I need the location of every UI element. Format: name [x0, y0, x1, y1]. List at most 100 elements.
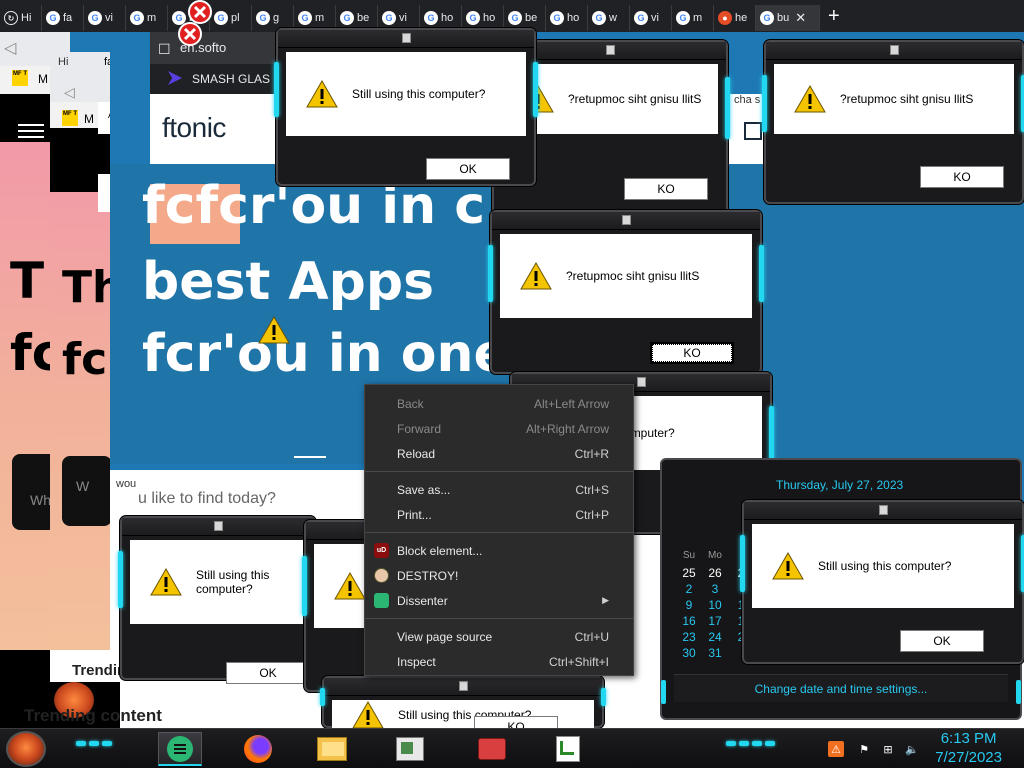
calendar-day[interactable]: 23: [676, 630, 702, 646]
taskbar-decoration: [726, 741, 775, 747]
tray-network-icon[interactable]: ⊞: [880, 741, 896, 757]
banner-fragment: fc: [62, 334, 108, 385]
dialog-titlebar[interactable]: [278, 30, 534, 48]
taskbar-app-file-explorer[interactable]: [310, 732, 354, 766]
calendar-day[interactable]: 17: [702, 614, 728, 630]
dialog-ok-button[interactable]: OK: [426, 158, 510, 180]
dialog-titlebar[interactable]: [744, 502, 1022, 520]
browser-tab[interactable]: ↻ Hi: [0, 5, 42, 31]
browser-tab[interactable]: Gbu ✕: [756, 5, 820, 31]
menu-item-inspect[interactable]: Inspect Ctrl+Shift+I: [365, 649, 633, 674]
menu-item-view-source[interactable]: View page source Ctrl+U: [365, 624, 633, 649]
tab-label: ho: [567, 12, 580, 24]
dialog-ok-button[interactable]: OK: [226, 662, 310, 684]
cyan-frame-accent: [488, 245, 493, 302]
menu-item-back[interactable]: Back Alt+Left Arrow: [365, 391, 633, 416]
menu-item-block-element[interactable]: uD Block element...: [365, 538, 633, 563]
qr-code-icon[interactable]: [744, 122, 762, 140]
calendar-day[interactable]: 9: [676, 598, 702, 614]
dialog-titlebar[interactable]: [324, 678, 602, 696]
browser-tab[interactable]: Gfa: [42, 5, 84, 31]
start-button[interactable]: [6, 731, 46, 767]
mft-favicon-icon: MF T: [12, 70, 28, 86]
alert-dialog: Still using this computer? OK: [740, 500, 1024, 664]
dialog-message: Still using this computer?: [196, 568, 270, 596]
tray-app-icon[interactable]: ⚠: [828, 741, 844, 757]
menu-item-label: View page source: [397, 629, 493, 644]
cyan-frame-accent: [759, 245, 764, 302]
banner-fragment: T: [10, 252, 45, 310]
dialog-titlebar[interactable]: [766, 42, 1022, 60]
calendar-day[interactable]: 2: [676, 582, 702, 598]
calendar-day[interactable]: 25: [676, 566, 702, 582]
browser-tab[interactable]: Gho: [546, 5, 588, 31]
change-date-time-link[interactable]: Change date and time settings...: [674, 674, 1008, 702]
dialog-ko-button[interactable]: KO: [624, 178, 708, 200]
calendar-day[interactable]: 26: [702, 566, 728, 582]
clock-date: 7/27/2023: [935, 749, 1002, 766]
partial-text-fragment: cha s: [734, 94, 761, 106]
dialog-message: Still using this computer?: [352, 87, 486, 101]
taskbar-app-notepad-plus[interactable]: [546, 732, 590, 766]
bookmark-star-icon[interactable]: ☐: [158, 41, 171, 58]
dialog-titlebar[interactable]: [492, 212, 760, 230]
calendar-day[interactable]: 10: [702, 598, 728, 614]
face-avatar-icon: [374, 568, 389, 583]
softonic-brand-logo[interactable]: ftonic: [162, 112, 226, 144]
calendar-weekday: Su: [682, 550, 696, 561]
calendar-day[interactable]: 16: [676, 614, 702, 630]
google-favicon-icon: G: [130, 11, 144, 25]
menu-item-dissenter[interactable]: Dissenter ▶: [365, 588, 633, 613]
back-arrow-icon[interactable]: ◁: [4, 38, 16, 58]
bookmark-label[interactable]: M: [84, 112, 94, 126]
dialog-grip-icon: [890, 45, 899, 55]
menu-item-reload[interactable]: Reload Ctrl+R: [365, 441, 633, 466]
menu-item-print[interactable]: Print... Ctrl+P: [365, 502, 633, 527]
browser-tab[interactable]: ● he: [714, 5, 756, 31]
menu-item-destroy[interactable]: DESTROY!: [365, 563, 633, 588]
browser-tab[interactable]: Gm: [672, 5, 714, 31]
search-input[interactable]: u like to find today?: [138, 490, 276, 508]
taskbar-app-toolbox[interactable]: [470, 732, 514, 766]
taskbar-app-control-panel[interactable]: [388, 732, 432, 766]
taskbar-app-firefox[interactable]: [236, 732, 280, 766]
dialog-ko-button[interactable]: KO: [650, 342, 734, 364]
browser-tab[interactable]: Gm: [126, 5, 168, 31]
calendar-date-heading[interactable]: Thursday, July 27, 2023: [776, 478, 903, 492]
calendar-day[interactable]: 31: [702, 646, 728, 662]
hamburger-menu-icon[interactable]: [18, 124, 44, 142]
taskbar-clock[interactable]: 6:13 PM 7/27/2023: [935, 729, 1002, 767]
menu-item-label: Back: [397, 396, 424, 411]
cyan-frame-accent: [725, 77, 730, 139]
alert-dialog: ?retupmoc siht gnisu llitS KO: [488, 210, 764, 374]
site-favicon-icon: ●: [718, 11, 732, 25]
dialog-ok-button[interactable]: OK: [900, 630, 984, 652]
new-tab-button[interactable]: +: [828, 6, 840, 26]
calendar-day[interactable]: 3: [702, 582, 728, 598]
calendar-day[interactable]: 24: [702, 630, 728, 646]
dialog-ko-button[interactable]: KO: [920, 166, 1004, 188]
bookmark-label[interactable]: M: [38, 72, 48, 86]
tab-label[interactable]: Hi: [58, 56, 68, 68]
bookmark-smash-glass[interactable]: SMASH GLAS: [192, 72, 270, 86]
menu-item-save-as[interactable]: Save as... Ctrl+S: [365, 477, 633, 502]
cyan-frame-accent: [762, 75, 767, 132]
menu-separator: [365, 532, 633, 533]
dialog-grip-icon: [622, 215, 631, 225]
taskbar-app-dissenter[interactable]: [158, 732, 202, 766]
history-icon: ↻: [4, 11, 18, 25]
back-arrow-icon[interactable]: ◁: [64, 84, 75, 101]
calendar-day[interactable]: 30: [676, 646, 702, 662]
tray-volume-icon[interactable]: 🔈: [904, 741, 920, 757]
browser-tab[interactable]: Gvi: [630, 5, 672, 31]
menu-item-forward[interactable]: Forward Alt+Right Arrow: [365, 416, 633, 441]
tab-close-icon[interactable]: ✕: [795, 10, 806, 26]
browser-tab[interactable]: Gw: [588, 5, 630, 31]
tray-flag-icon[interactable]: ⚑: [856, 741, 872, 757]
carousel-indicator[interactable]: [294, 456, 326, 458]
tab-label: bu: [777, 12, 790, 24]
browser-tab[interactable]: Gvi: [84, 5, 126, 31]
google-favicon-icon: G: [634, 11, 648, 25]
dialog-titlebar[interactable]: [122, 518, 314, 536]
menu-item-label: Print...: [397, 507, 432, 522]
